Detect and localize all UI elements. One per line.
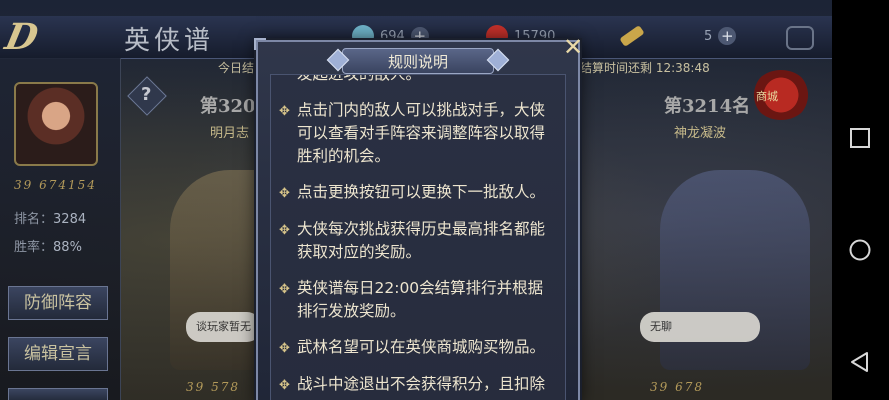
bullet-icon: ✥: [279, 341, 290, 356]
rule-item: ✥ 武林名望可以在英侠商城购买物品。: [279, 336, 557, 360]
back-icon[interactable]: [849, 351, 871, 373]
player-avatar[interactable]: [14, 82, 98, 166]
rule-item: ✥ 点击门内的敌人可以挑战对手，大侠可以查看对手阵容来调整阵容以取得胜利的机会。: [279, 101, 546, 165]
rule-item: ✥ 英侠谱每日22:00会结算排行并根据排行发放奖励。: [279, 279, 544, 320]
opponent-name: 神龙凝波: [674, 126, 727, 141]
resource-scroll: 5 +: [619, 24, 737, 48]
rule-item: ✥ 战斗中途退出不会获得积分，且扣除: [279, 373, 557, 397]
edit-declaration-button[interactable]: 编辑宣言: [8, 337, 108, 371]
rules-content[interactable]: 发起进攻的敌人。 ✥ 点击门内的敌人可以挑战对手，大侠可以查看对手阵容来调整阵容以…: [270, 74, 566, 400]
bullet-icon: ✥: [279, 104, 290, 119]
stat-winrate: 胜率：88%: [14, 240, 82, 255]
recents-icon[interactable]: [849, 127, 871, 149]
opponent-gold: 39 678: [650, 380, 704, 394]
resource-scroll-value: 5: [704, 28, 713, 44]
stat-rank: 排名：3284: [14, 212, 87, 227]
screen: D 英侠谱 694 + 15790 5 + 今日结 结算时间还剩 12:38:4…: [0, 0, 889, 400]
opponent-bubble: 无聊: [640, 312, 760, 342]
rule-item: ✥ 大侠每次挑战获得历史最高排名都能获取对应的奖励。: [279, 220, 546, 261]
page-title: 英侠谱: [124, 26, 215, 56]
rules-dialog: 规则说明 ✕ 发起进攻的敌人。 ✥ 点击门内的敌人可以挑战对手，大侠可以查看对手阵…: [254, 34, 583, 400]
opponent-name: 明月志: [210, 126, 250, 141]
dialog-header: 规则说明: [326, 46, 510, 74]
ticker-left: 今日结: [218, 61, 255, 75]
bullet-icon: ✥: [279, 282, 290, 297]
bullet-icon: ✥: [279, 186, 290, 201]
corner-ornament: [254, 38, 266, 50]
scroll-icon: [619, 25, 645, 47]
opponent-gold: 39 578: [186, 380, 240, 394]
shop-label: 商城: [756, 90, 778, 103]
chat-icon[interactable]: [786, 26, 814, 50]
dialog-title: 规则说明: [387, 53, 448, 71]
rules-list: 发起进攻的敌人。 ✥ 点击门内的敌人可以挑战对手，大侠可以查看对手阵容来调整阵容以…: [279, 74, 557, 400]
rule-item: 发起进攻的敌人。: [297, 74, 422, 83]
rule-item: ✥ 点击更换按钮可以更换下一批敌人。: [279, 181, 557, 205]
back-button[interactable]: D: [2, 16, 110, 58]
close-button[interactable]: ✕: [560, 34, 586, 60]
ticker-right: 结算时间还剩 12:38:48: [580, 61, 710, 75]
bullet-icon: ✥: [279, 223, 290, 238]
opponent-rank: 第3214名: [664, 96, 751, 117]
bullet-icon: ✥: [279, 378, 290, 393]
system-nav-bar: [832, 0, 889, 400]
more-button[interactable]: [8, 388, 108, 400]
defense-lineup-button[interactable]: 防御阵容: [8, 286, 108, 320]
player-gold: 39 674154: [14, 178, 97, 192]
help-icon-mark: ?: [141, 84, 152, 105]
opponent-bubble: 谈玩家暂无: [186, 312, 261, 342]
home-icon[interactable]: [849, 239, 871, 261]
add-scroll-button[interactable]: +: [718, 27, 737, 45]
